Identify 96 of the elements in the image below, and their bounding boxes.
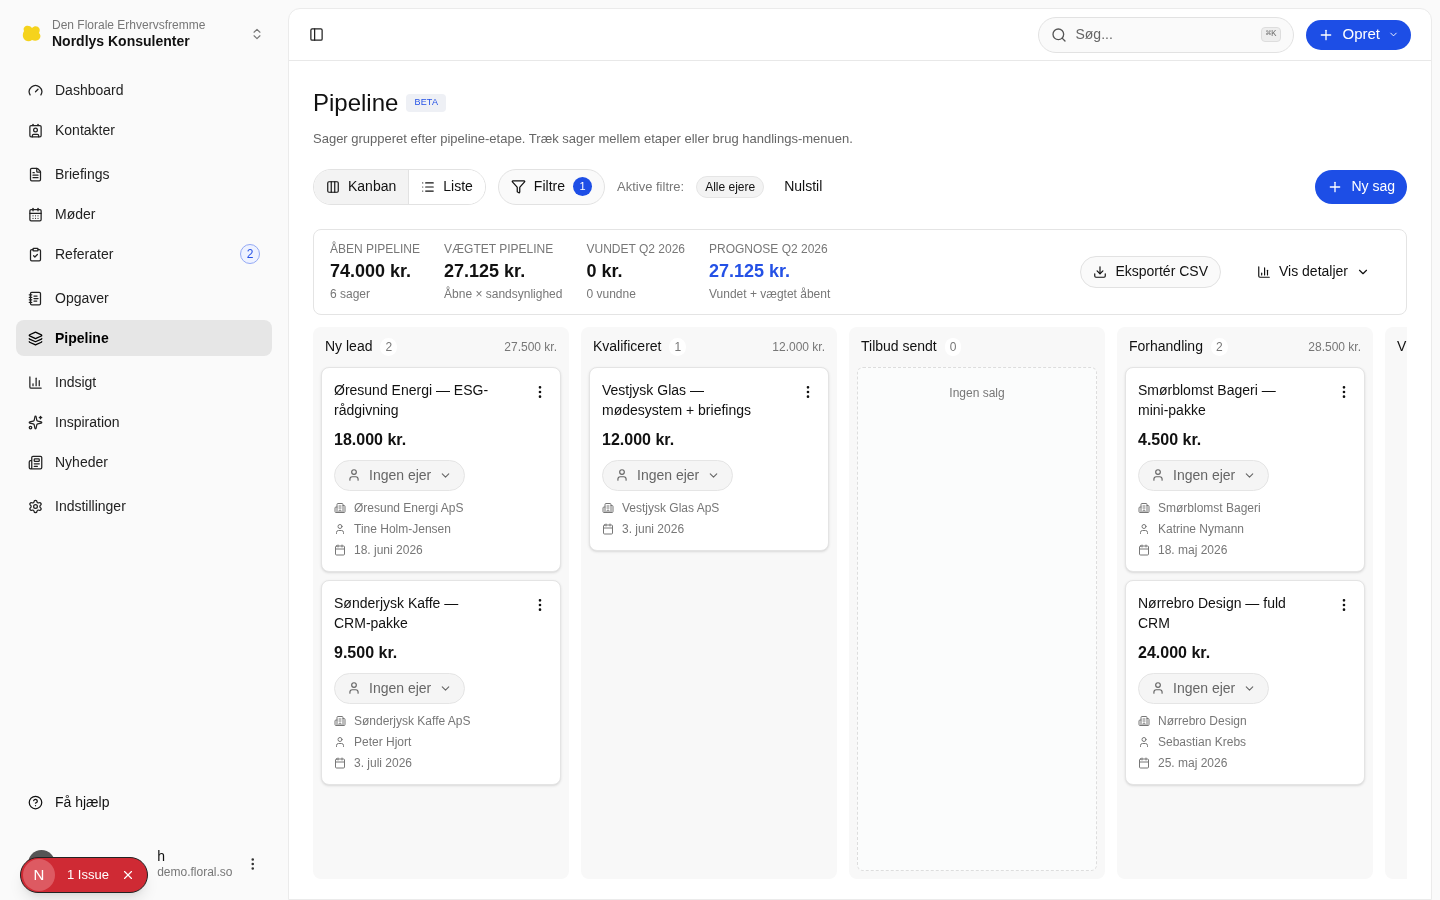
stat-label: VÆGTET PIPELINE: [444, 241, 555, 258]
column-count: 2: [380, 337, 398, 356]
stat-value: 0 kr.: [586, 260, 624, 283]
issue-letter: N: [23, 859, 55, 891]
create-button[interactable]: Opret: [1306, 19, 1411, 50]
sidebar-item[interactable]: Briefings: [16, 156, 272, 192]
page-subtitle: Sager grupperet efter pipeline-etape. Træk sager mellem etaper eller brug handlings-menuen.: [313, 130, 854, 148]
sidebar-item[interactable]: Møder: [16, 196, 272, 232]
export-button[interactable]: Eksportér CSV: [1080, 255, 1221, 288]
company-name: Sønderjysk Kaffe ApS: [354, 712, 471, 730]
deal-amount: 12.000 kr.: [602, 429, 676, 450]
issue-toast[interactable]: N 1 Issue: [20, 857, 148, 893]
column-total: 12.000 kr.: [772, 338, 825, 356]
sidebar-item[interactable]: Pipeline: [16, 320, 272, 356]
sidebar-item[interactable]: Dashboard: [16, 72, 272, 108]
view-tab[interactable]: Kanban: [314, 169, 409, 204]
company-name: Nørrebro Design: [1158, 712, 1247, 730]
sidebar-item[interactable]: Opgaver: [16, 280, 272, 316]
owner-dropdown[interactable]: Ingen ejer: [1138, 459, 1270, 491]
company-name: Smørblomst Bageri: [1158, 499, 1261, 517]
owner-dropdown[interactable]: Ingen ejer: [334, 459, 466, 491]
help-link[interactable]: Få hjælp: [16, 784, 272, 820]
user-name: h: [157, 847, 166, 866]
organization-name: Den Florale Erhvervsfremme: [52, 17, 207, 33]
workspace-name[interactable]: Nordlys Konsulenter: [52, 32, 242, 51]
stat-caption: Åbne × sandsynlighed: [444, 285, 563, 303]
owner-dropdown[interactable]: Ingen ejer: [602, 459, 734, 491]
beta-badge: BETA: [406, 94, 447, 112]
filter-chip[interactable]: Alle ejere: [696, 175, 765, 198]
contact-name: Peter Hjort: [354, 733, 412, 751]
column-count: 1: [669, 337, 687, 356]
deal-title: Smørblomst Bageri — mini-pakke: [1138, 380, 1277, 420]
sidebar-item[interactable]: Nyheder: [16, 444, 272, 480]
column-total: 27.500 kr.: [504, 338, 557, 356]
sidebar-item[interactable]: Indsigt: [16, 364, 272, 400]
stat-label: ÅBEN PIPELINE: [330, 240, 421, 258]
issue-label: 1 Issue: [67, 866, 109, 885]
shortcut-key: ⌘K: [1260, 26, 1282, 43]
deal-title: Nørrebro Design — fuld CRM: [1138, 593, 1287, 633]
deal-date: 18. juni 2026: [354, 541, 423, 559]
deal-title: Øresund Energi — ESG-rådgivning: [334, 380, 490, 420]
deal-card[interactable]: Sønderjysk Kaffe — CRM-pakke 9.500 kr. Ingen ejer Sønderjysk Kaffe ApS Peter Hjort 3. juli 2026: [321, 579, 561, 785]
details-button[interactable]: Vis detaljer: [1245, 255, 1382, 288]
empty-label: Ingen salg: [949, 384, 1005, 402]
deal-card[interactable]: Vestjysk Glas — mødesystem + briefings 12.000 kr. Ingen ejer Vestjysk Glas ApS 3. juni 2026: [589, 366, 829, 551]
contact-name: Sebastian Krebs: [1158, 733, 1247, 751]
column-count: 0: [944, 337, 962, 356]
deal-card[interactable]: Nørrebro Design — fuld CRM 24.000 kr. Ingen ejer Nørrebro Design Sebastian Krebs 25. maj 2026: [1125, 579, 1365, 785]
filter-button[interactable]: Filtre 1: [497, 168, 605, 205]
deal-title: Sønderjysk Kaffe — CRM-pakke: [334, 593, 460, 633]
sidebar-item[interactable]: Indstillinger: [16, 488, 272, 524]
deal-amount: 24.000 kr.: [1138, 642, 1212, 663]
reset-button[interactable]: Nulstil: [784, 176, 823, 197]
company-name: Øresund Energi ApS: [354, 499, 464, 517]
stat-label: VUNDET Q2 2026: [586, 241, 685, 258]
deal-card[interactable]: Smørblomst Bageri — mini-pakke 4.500 kr. Ingen ejer Smørblomst Bageri Katrine Nymann 18. maj 2026: [1125, 366, 1365, 572]
column-title: Kvalificeret: [593, 337, 662, 356]
contact-name: Katrine Nymann: [1158, 520, 1245, 538]
stat-caption: 0 vundne: [586, 286, 637, 303]
column-total: 28.500 kr.: [1308, 338, 1361, 356]
new-case-button[interactable]: Ny sag: [1315, 169, 1407, 204]
deal-title: Vestjysk Glas — mødesystem + briefings: [602, 380, 752, 420]
stat-label: PROGNOSE Q2 2026: [709, 241, 829, 258]
company-name: Vestjysk Glas ApS: [622, 499, 720, 517]
deal-card[interactable]: Øresund Energi — ESG-rådgivning 18.000 kr. Ingen ejer Øresund Energi ApS Tine Holm-Jensen 18. juni 2026: [321, 366, 561, 572]
column-title: Ny lead: [325, 337, 373, 356]
sidebar-item[interactable]: Referater 2: [16, 236, 272, 272]
deal-amount: 9.500 kr.: [334, 642, 399, 663]
column-title: Tilbud sendt: [861, 337, 937, 356]
sidebar-item[interactable]: Kontakter: [16, 112, 272, 148]
deal-date: 25. maj 2026: [1158, 754, 1228, 772]
stat-caption: Vundet + vægtet åbent: [709, 286, 831, 303]
deal-date: 18. maj 2026: [1158, 541, 1228, 559]
deal-date: 3. juli 2026: [354, 754, 413, 772]
user-email: demo.floral.so: [157, 865, 233, 881]
stat-value: 27.125 kr.: [444, 260, 527, 283]
owner-dropdown[interactable]: Ingen ejer: [1138, 672, 1270, 704]
sidebar-item[interactable]: Inspiration: [16, 404, 272, 440]
contact-name: Tine Holm-Jensen: [354, 520, 451, 538]
count-badge: 2: [240, 244, 260, 264]
column-count: 2: [1210, 337, 1228, 356]
stat-value: 74.000 kr.: [330, 260, 413, 283]
stat-caption: 6 sager: [330, 286, 372, 303]
stat-value: 27.125 kr.: [709, 260, 792, 283]
view-tab[interactable]: Liste: [408, 169, 485, 204]
page-title: Pipeline: [313, 88, 399, 118]
column-title: Forhandling: [1129, 337, 1203, 356]
search-input[interactable]: Søg...: [1075, 24, 1253, 45]
owner-dropdown[interactable]: Ingen ejer: [334, 672, 466, 704]
deal-amount: 18.000 kr.: [334, 429, 408, 450]
filter-count: 1: [573, 177, 592, 196]
deal-date: 3. juni 2026: [622, 520, 685, 538]
column-title: V: [1397, 337, 1407, 356]
active-filters-label: Aktive filtre:: [617, 177, 685, 196]
deal-amount: 4.500 kr.: [1138, 429, 1203, 450]
search-field[interactable]: Søg... ⌘K: [1038, 16, 1295, 53]
